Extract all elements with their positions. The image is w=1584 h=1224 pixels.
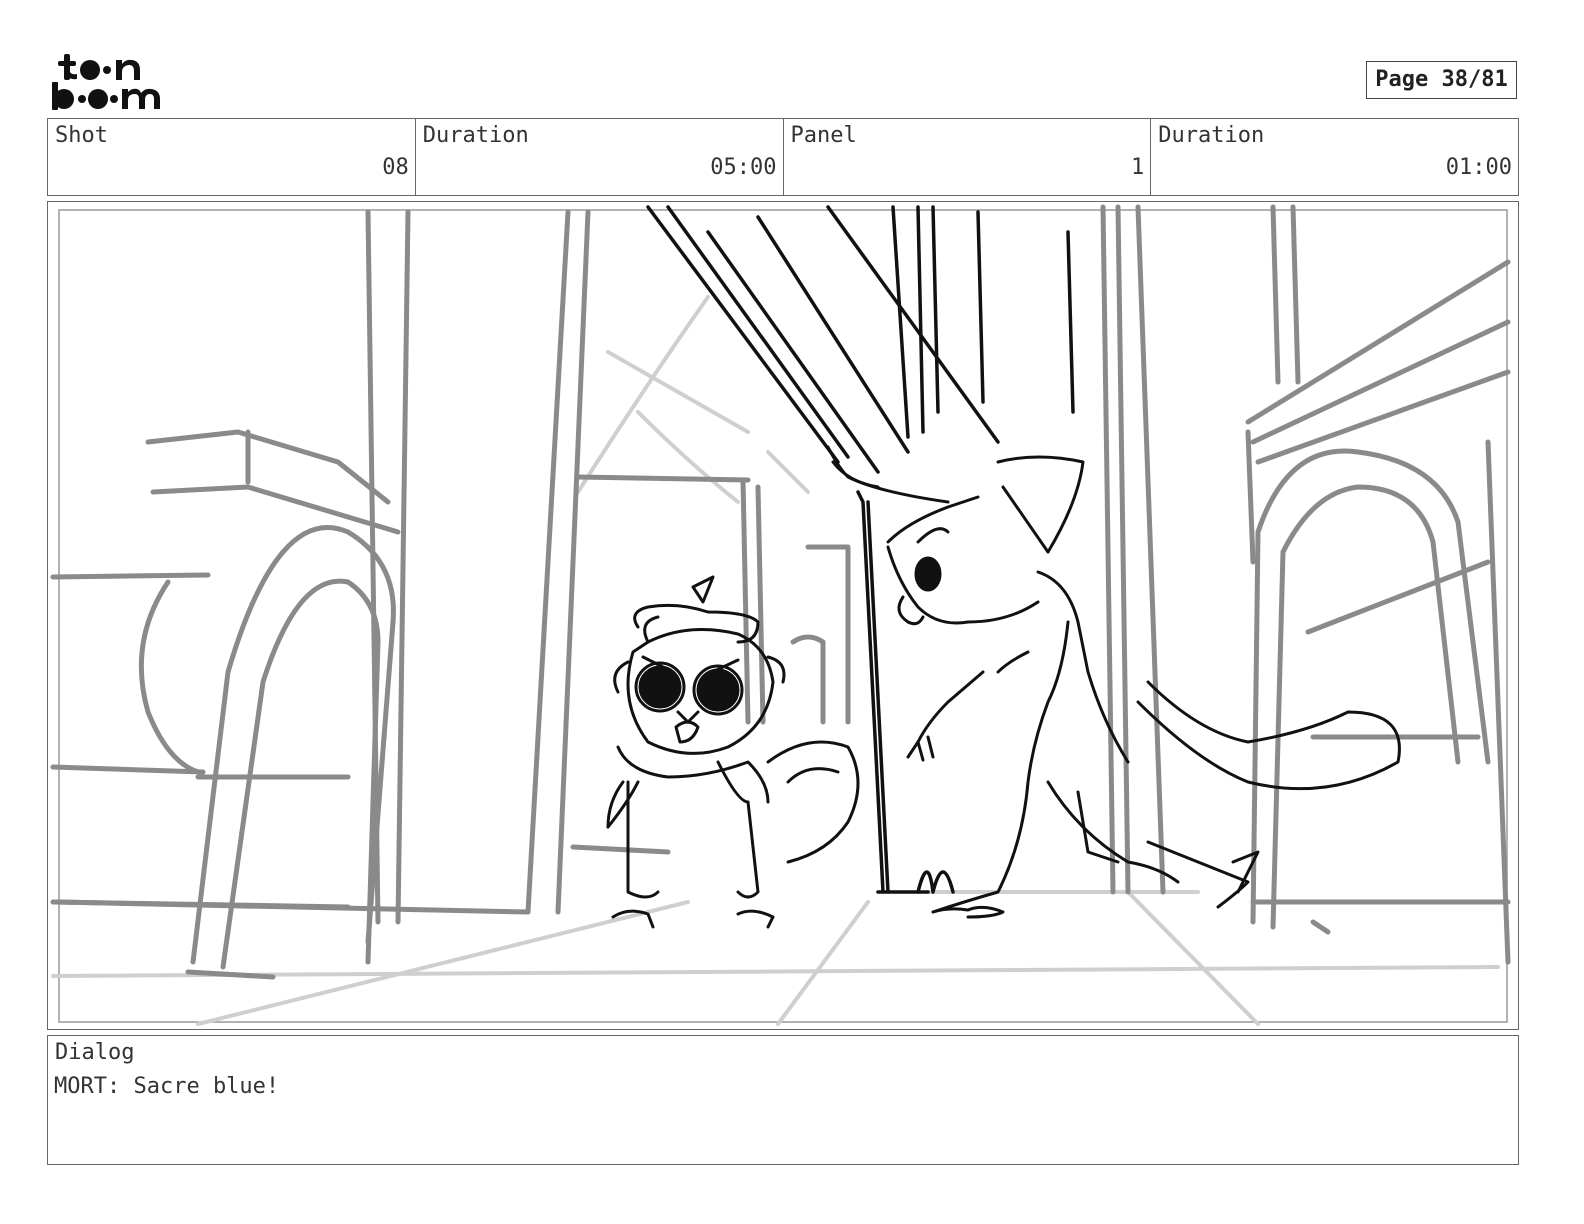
- shot-cell: Shot 08: [48, 119, 416, 195]
- shot-duration-cell: Duration 05:00: [416, 119, 784, 195]
- panel-duration-value: 01:00: [1445, 155, 1512, 180]
- toon-boom-logo: [52, 52, 164, 112]
- panel-cell: Panel 1: [784, 119, 1152, 195]
- panel-duration-label: Duration: [1158, 123, 1265, 148]
- dialog-label: Dialog: [55, 1040, 135, 1065]
- shot-value: 08: [382, 155, 409, 180]
- dialog-box: Dialog MORT: Sacre blue!: [47, 1035, 1519, 1165]
- shot-duration-value: 05:00: [710, 155, 777, 180]
- panel-label: Panel: [790, 123, 857, 148]
- storyboard-panel: [47, 201, 1519, 1030]
- panel-duration-cell: Duration 01:00: [1151, 119, 1518, 195]
- shot-info-bar: Shot 08 Duration 05:00 Panel 1 Duration …: [47, 118, 1519, 196]
- shot-duration-label: Duration: [422, 123, 529, 148]
- panel-value: 1: [1131, 155, 1145, 180]
- panel-sketch: [50, 204, 1511, 1026]
- dialog-text: MORT: Sacre blue!: [54, 1074, 280, 1099]
- page-indicator: Page 38/81: [1366, 61, 1517, 99]
- shot-label: Shot: [55, 123, 108, 148]
